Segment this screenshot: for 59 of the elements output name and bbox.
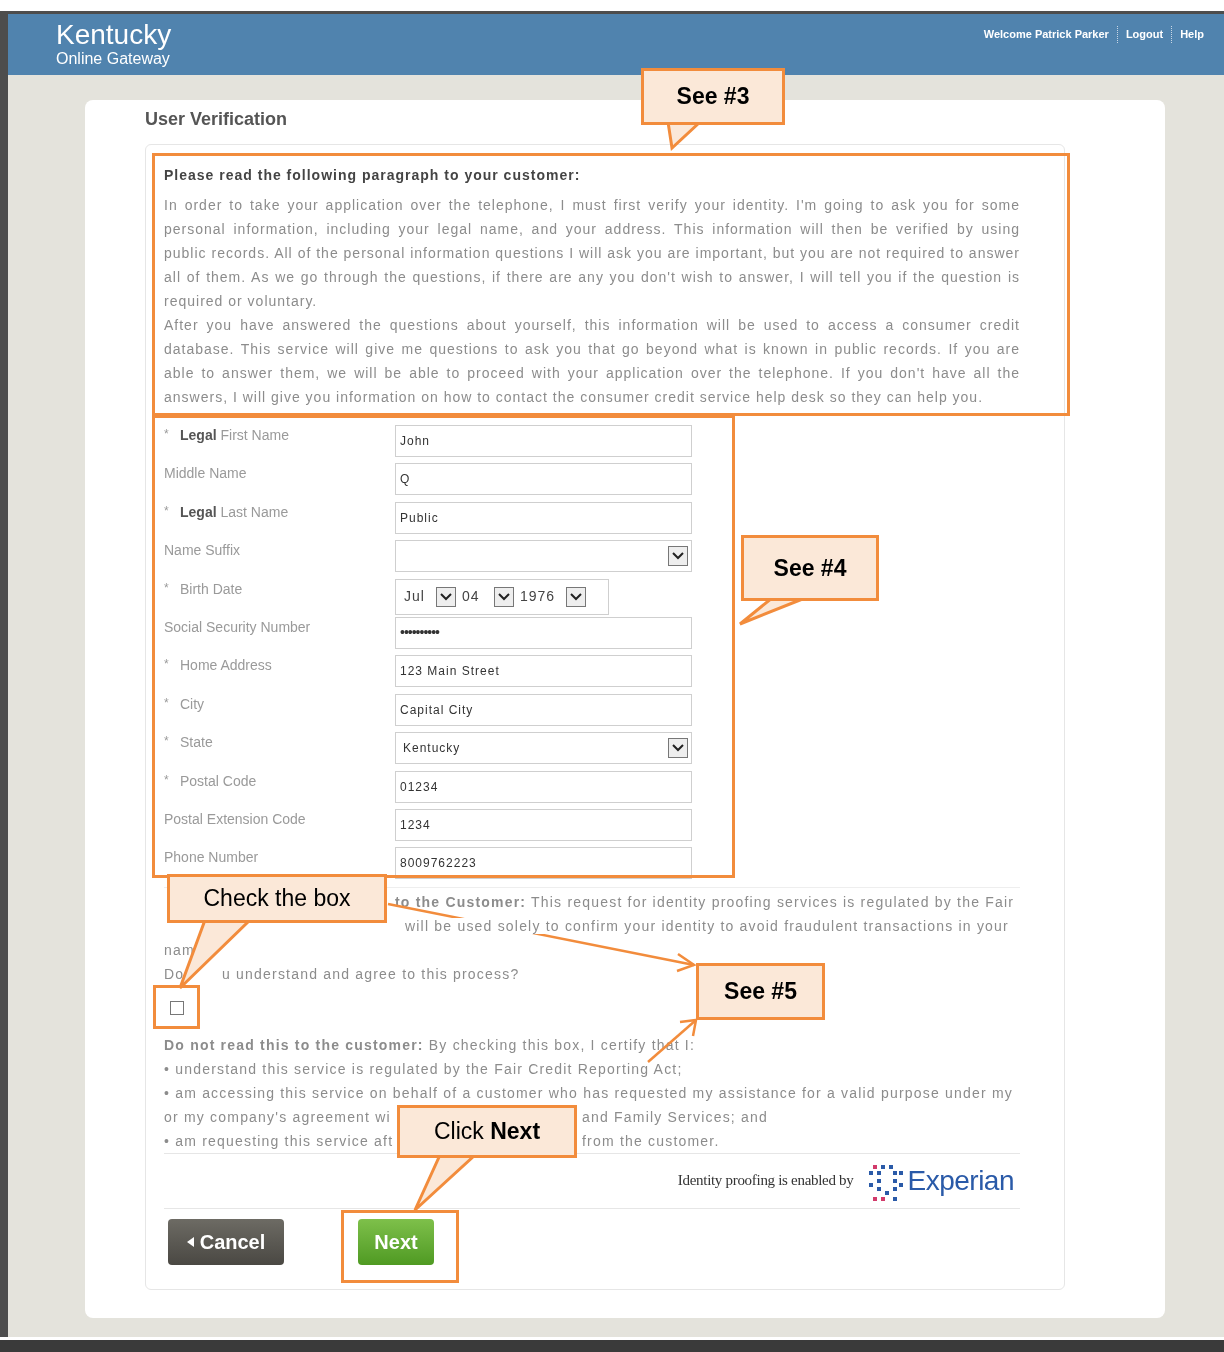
header-link[interactable]: Logout [1116, 26, 1172, 43]
cancel-button[interactable]: Cancel [168, 1218, 284, 1265]
certification-text: and Family Services; and [582, 1108, 768, 1125]
field-label: City [180, 694, 205, 714]
notice-text: will be used solely to confirm your identity to avoid fraudulent transactions in your [405, 917, 1009, 934]
text-field[interactable]: Public [395, 501, 692, 534]
script-paragraph: After you have answered the questions about yourself, this information will be used to access a consumer credit database. This service will give me questions to ask you that go beyond what is known in public records. If you are able to answer them, we will be able to proceed with your application over the telephone. If you don't have all the answers, I will give you information on how to contact the consumer credit service help desk so they can help you. [164, 316, 1020, 407]
site-title: Kentucky [56, 21, 172, 49]
required-marker: * [164, 502, 170, 520]
certification-text: or my company's agreement wi [164, 1108, 391, 1125]
provider-logo: Experian [907, 1163, 1014, 1198]
certification-text: • am requesting this service aft [164, 1132, 394, 1149]
field-label: Middle Name [164, 464, 247, 484]
provider-text: Identity proofing is enabled by [677, 1171, 854, 1191]
agree-checkbox[interactable] [170, 1000, 184, 1015]
select-field[interactable]: Kentucky [395, 732, 692, 765]
field-label: Postal Extension Code [164, 809, 306, 829]
text-field[interactable]: Capital City [395, 693, 692, 726]
callout-box: Check the box [167, 874, 387, 923]
certification-text: from the customer. [582, 1132, 720, 1149]
text-field[interactable]: 123 Main Street [395, 655, 692, 688]
required-marker: * [164, 694, 170, 712]
notice-text: Do [164, 965, 185, 982]
required-marker: * [164, 426, 170, 443]
script-paragraph: In order to take your application over the telephone, I must first verify your identity. I'm going to ask you for some personal information, including your legal name, and your address. This information will then be verified by using public records. All of the personal information questions I will ask you are important, but you are not required to answer all of them. As we go through the questions, if there are any you don't wish to answer, I will tell you if the question is required or voluntary. [164, 196, 1020, 311]
field-label: Social Security Number [164, 617, 311, 637]
select-field[interactable] [395, 540, 692, 573]
text-field[interactable]: John [395, 425, 692, 457]
field-label: Legal First Name [180, 426, 289, 445]
field-label: Postal Code [180, 771, 257, 791]
page-title: User Verification [145, 107, 288, 131]
site-subtitle: Online Gateway [56, 51, 171, 67]
field-label: Phone Number [164, 848, 259, 868]
date-select[interactable]: Jul [404, 586, 456, 608]
required-marker: * [164, 579, 170, 597]
password-field[interactable]: •••••••••• [395, 616, 692, 649]
certification-text: • understand this service is regulated by the Fair Credit Reporting Act; [164, 1060, 683, 1077]
caret-left-icon [186, 1236, 194, 1247]
required-marker: * [164, 656, 170, 674]
field-label: Legal Last Name [180, 502, 289, 522]
callout-box: See #5 [696, 963, 825, 1020]
required-marker: * [164, 733, 170, 751]
header-link[interactable]: Help [1171, 26, 1212, 43]
field-label: Birth Date [180, 579, 243, 599]
date-select[interactable]: 04 [462, 586, 514, 608]
script-heading: Please read the following paragraph to your customer: [164, 166, 582, 185]
field-label: Home Address [180, 656, 272, 676]
text-field[interactable]: Q [395, 463, 692, 496]
welcome-text: Welcome Patrick Parker [982, 27, 1110, 42]
notice-text: u understand and agree to this process? [222, 965, 520, 982]
date-select[interactable]: 1976 [520, 586, 586, 608]
field-label: Name Suffix [164, 541, 240, 561]
text-field[interactable]: 1234 [395, 808, 692, 841]
certification-text: • am accessing this service on behalf of a customer who has requested my assistance for a valid purpose under my [164, 1084, 1013, 1101]
required-marker: * [164, 771, 170, 789]
notice-text: nam [164, 941, 195, 958]
highlight-frame [153, 985, 200, 1029]
text-field[interactable]: 01234 [395, 770, 692, 803]
field-label: State [180, 733, 213, 753]
